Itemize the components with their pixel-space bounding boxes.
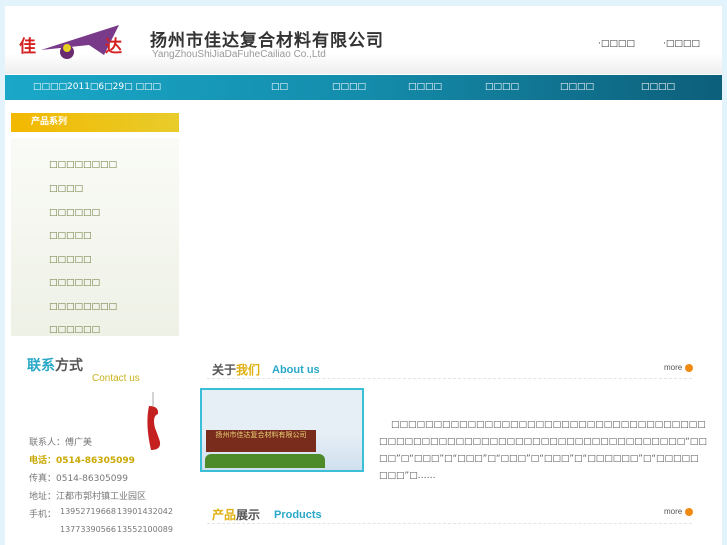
products-more-link[interactable]: more bbox=[664, 507, 694, 516]
nav-bar: □□□□2011□6□29□ □□□ □□ □□□□ □□□□ □□□□ □□□… bbox=[5, 75, 722, 100]
contact-tel: 电话：0514-86305099 bbox=[29, 456, 135, 466]
nav-item[interactable]: □□ bbox=[271, 82, 288, 92]
sidebar-item[interactable]: □□□□□□ bbox=[49, 325, 100, 335]
nav-item[interactable]: □□□□ bbox=[560, 82, 594, 92]
company-logo[interactable]: 佳 达 bbox=[19, 20, 134, 65]
mobile-number: 13901432042 bbox=[117, 507, 173, 516]
nav-item[interactable]: □□□□ bbox=[485, 82, 519, 92]
date-text: □□□□2011□6□29□ □□□ bbox=[33, 82, 161, 92]
about-heading-en: About us bbox=[272, 364, 320, 376]
mobile-number: 13952719668 bbox=[60, 507, 116, 516]
telephone-icon bbox=[147, 392, 161, 450]
arrow-circle-icon bbox=[685, 363, 694, 372]
contact-mobile-label: 手机： bbox=[29, 510, 57, 520]
product-series-heading: 产品系列 bbox=[11, 113, 179, 132]
sidebar-item[interactable]: □□□□□□ bbox=[49, 278, 100, 288]
contact-heading-en: Contact us bbox=[92, 373, 140, 384]
mobile-number: 13773390566 bbox=[60, 525, 116, 534]
contact-heading-b: 方式 bbox=[55, 358, 83, 374]
products-heading-en: Products bbox=[274, 509, 322, 521]
contact-person: 联系人：傅广美 bbox=[29, 438, 93, 448]
sidebar-item[interactable]: □□□□□□□□ bbox=[49, 302, 117, 312]
product-series-list: □□□□□□□□ □□□□ □□□□□□ □□□□□ □□□□□ □□□□□□ … bbox=[11, 138, 179, 336]
nav-item[interactable]: □□□□ bbox=[641, 82, 675, 92]
hedge bbox=[205, 454, 325, 468]
company-name: 扬州市佳达复合材料有限公司 bbox=[150, 31, 384, 51]
about-text: □□□□□□□□□□□□□□□□□□□□□□□□□□□□□□□□□□□□□□□□… bbox=[379, 420, 707, 481]
nav-item[interactable]: □□□□ bbox=[332, 82, 366, 92]
contact-heading-a: 联系 bbox=[27, 358, 55, 374]
contact-fax: 传真：0514-86305099 bbox=[29, 474, 128, 484]
contact-address: 地址：江都市郭村镇工业园区 bbox=[29, 492, 147, 502]
products-heading: 产品展示 bbox=[212, 506, 260, 523]
more-label: more bbox=[664, 507, 683, 516]
arrow-circle-icon bbox=[685, 507, 694, 516]
company-name-en: YangZhouShiJiaDaFuheCailiao Co.,Ltd bbox=[152, 49, 326, 60]
sidebar-item[interactable]: □□□□□ bbox=[49, 255, 92, 265]
more-label: more bbox=[664, 363, 683, 372]
sidebar-item[interactable]: □□□□□□□□ bbox=[49, 160, 117, 170]
divider bbox=[207, 523, 692, 524]
contact-heading: 联系方式 bbox=[27, 355, 83, 375]
about-more-link[interactable]: more bbox=[664, 363, 694, 372]
svg-text:佳: 佳 bbox=[19, 36, 36, 57]
about-heading-b: 我们 bbox=[236, 363, 261, 377]
header: 佳 达 扬州市佳达复合材料有限公司 YangZhouShiJiaDaFuheCa… bbox=[5, 6, 722, 74]
top-link[interactable]: ·□□□□ bbox=[663, 39, 700, 49]
sidebar-item[interactable]: □□□□ bbox=[49, 184, 83, 194]
company-sign: 扬州市佳达复合材料有限公司 bbox=[206, 430, 316, 452]
company-photo: 扬州市佳达复合材料有限公司 bbox=[200, 388, 364, 472]
about-heading: 关于我们 bbox=[212, 361, 260, 378]
sidebar-item[interactable]: □□□□□ bbox=[49, 231, 92, 241]
svg-text:达: 达 bbox=[105, 36, 122, 57]
products-heading-a: 产品 bbox=[212, 508, 237, 522]
top-link[interactable]: ·□□□□ bbox=[598, 39, 635, 49]
about-heading-a: 关于 bbox=[212, 363, 237, 377]
divider bbox=[207, 378, 692, 379]
sidebar-item[interactable]: □□□□□□ bbox=[49, 208, 100, 218]
nav-item[interactable]: □□□□ bbox=[408, 82, 442, 92]
products-heading-b: 展示 bbox=[236, 508, 261, 522]
mobile-number: 13552100089 bbox=[117, 525, 173, 534]
